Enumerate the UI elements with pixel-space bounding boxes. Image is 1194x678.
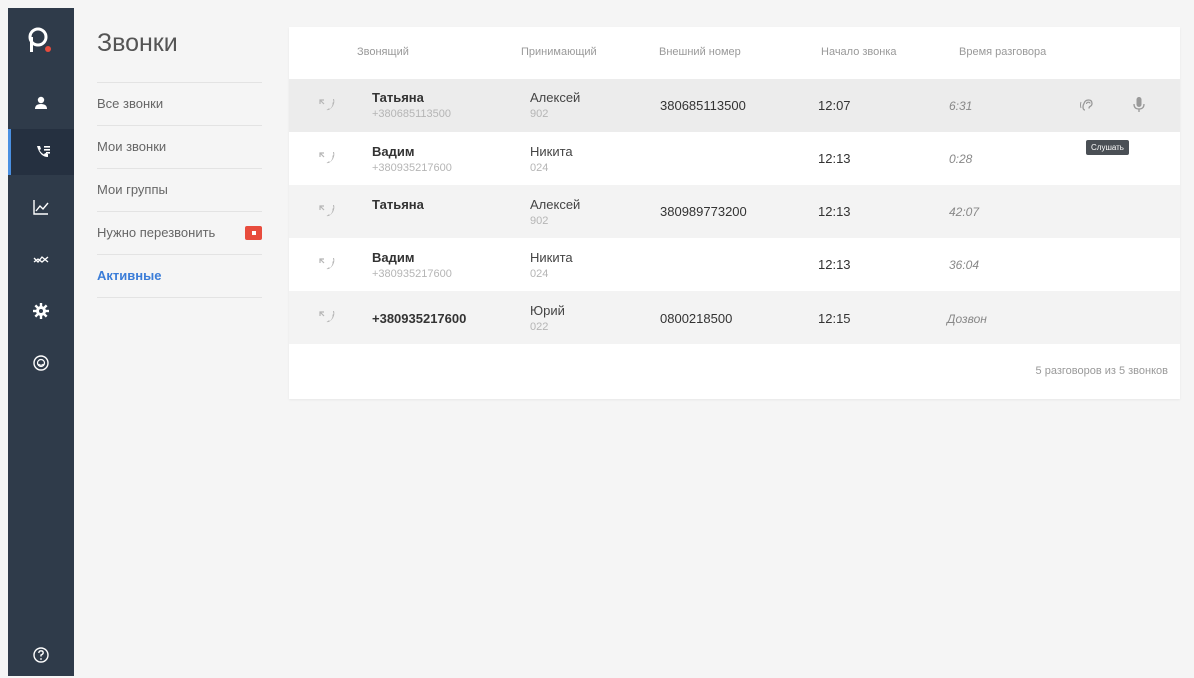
caller-cell: Вадим +380935217600 [372, 144, 452, 174]
receiver-cell: Никита 024 [530, 250, 573, 280]
incoming-call-icon [319, 152, 335, 164]
caller-phone: +380935217600 [372, 268, 452, 280]
column-header-duration[interactable]: Время разговора [959, 46, 1046, 58]
start-time: 12:13 [818, 204, 851, 219]
start-time: 12:13 [818, 151, 851, 166]
duration: Дозвон [947, 312, 987, 326]
listen-tooltip: Слушать [1086, 140, 1129, 155]
caller-name: Вадим [372, 250, 415, 265]
calls-list-icon [36, 146, 50, 157]
sidebar-item-analytics[interactable] [8, 184, 74, 230]
receiver-name: Никита [530, 250, 573, 265]
callback-badge [245, 226, 262, 240]
receiver-ext: 022 [530, 321, 549, 333]
calls-table-card: Звонящий Принимающий Внешний номер Начал… [289, 27, 1180, 399]
incoming-call-icon [319, 258, 335, 270]
duration: 6:31 [949, 99, 973, 113]
receiver-name: Алексей [530, 90, 581, 105]
question-circle-icon [33, 647, 49, 663]
receiver-cell: Алексей 902 [530, 90, 580, 120]
sidebar [8, 8, 74, 676]
receiver-cell: Алексей 902 [530, 197, 580, 227]
table-row[interactable]: Татьяна Алексей 902 380989773200 12:13 4… [289, 185, 1180, 238]
receiver-ext: 902 [530, 108, 549, 120]
help-button[interactable] [8, 632, 74, 678]
subnav-item-my-calls[interactable]: Мои звонки [97, 125, 262, 168]
column-header-external[interactable]: Внешний номер [659, 46, 741, 58]
subnav-item-label: Мои группы [97, 182, 168, 197]
caller-name: Татьяна [372, 90, 424, 105]
column-header-caller[interactable]: Звонящий [357, 46, 409, 58]
caller-cell: +380935217600 [372, 311, 466, 329]
incoming-call-icon [319, 311, 335, 323]
table-row[interactable]: Татьяна +380685113500 Алексей 902 380685… [289, 79, 1180, 132]
table-header: Звонящий Принимающий Внешний номер Начал… [289, 27, 1180, 79]
receiver-ext: 902 [530, 215, 549, 227]
caller-cell: Вадим +380935217600 [372, 250, 452, 280]
column-header-receiver[interactable]: Принимающий [521, 46, 597, 58]
line-chart-icon [33, 200, 49, 215]
sidebar-item-users[interactable] [8, 80, 74, 126]
duration: 36:04 [949, 258, 980, 272]
caller-cell: Татьяна +380685113500 [372, 90, 451, 120]
subnav-item-active[interactable]: Активные [97, 254, 262, 298]
receiver-name: Никита [530, 144, 573, 159]
subnav-item-all-calls[interactable]: Все звонки [97, 82, 262, 125]
subnav-item-callback[interactable]: Нужно перезвонить [97, 211, 262, 254]
table-row[interactable]: +380935217600 Юрий 022 0800218500 12:15 … [289, 291, 1180, 344]
caller-cell: Татьяна [372, 197, 424, 215]
whisper-button[interactable] [1131, 95, 1147, 115]
trend-icon [33, 256, 49, 263]
table-row[interactable]: Вадим +380935217600 Никита 024 12:13 0:2… [289, 132, 1180, 185]
gear-icon [33, 303, 49, 319]
external-number: 0800218500 [660, 311, 733, 326]
sidebar-item-support[interactable] [8, 340, 74, 386]
caller-name: Вадим [372, 144, 415, 159]
start-time: 12:15 [818, 311, 851, 326]
start-time: 12:07 [818, 98, 851, 113]
ear-icon [1080, 99, 1093, 111]
subnav-item-label: Все звонки [97, 96, 164, 111]
subnav-item-label: Мои звонки [97, 139, 167, 154]
logo-icon [28, 27, 51, 52]
receiver-ext: 024 [530, 268, 549, 280]
sidebar-item-calls[interactable] [8, 129, 74, 175]
caller-name: +380935217600 [372, 311, 467, 326]
subnav-item-my-groups[interactable]: Мои группы [97, 168, 262, 211]
table-row[interactable]: Вадим +380935217600 Никита 024 12:13 36:… [289, 238, 1180, 291]
sidebar-item-trends[interactable] [8, 236, 74, 282]
caller-phone: +380935217600 [372, 162, 452, 174]
receiver-name: Юрий [530, 303, 565, 318]
start-time: 12:13 [818, 257, 851, 272]
receiver-ext: 024 [530, 162, 549, 174]
user-icon [35, 96, 47, 109]
caller-name: Татьяна [372, 197, 424, 212]
table-footer-summary: 5 разговоров из 5 звонков [1035, 365, 1168, 377]
incoming-call-icon [319, 99, 335, 111]
face-icon [33, 355, 49, 371]
subnav-item-label: Активные [97, 268, 162, 283]
duration: 42:07 [949, 205, 980, 219]
caller-phone: +380685113500 [372, 108, 452, 120]
incoming-call-icon [319, 205, 335, 217]
logo[interactable] [8, 8, 74, 76]
receiver-cell: Юрий 022 [530, 303, 565, 333]
receiver-cell: Никита 024 [530, 144, 573, 174]
sidebar-item-settings[interactable] [8, 288, 74, 334]
receiver-name: Алексей [530, 197, 581, 212]
listen-button[interactable] [1078, 95, 1098, 115]
duration: 0:28 [949, 152, 973, 166]
microphone-icon [1133, 97, 1145, 112]
subnav-item-label: Нужно перезвонить [97, 225, 216, 240]
subnav: Звонки Все звонки Мои звонки Мои группы … [97, 20, 262, 298]
external-number: 380685113500 [660, 98, 746, 113]
page-title: Звонки [97, 29, 178, 57]
column-header-start[interactable]: Начало звонка [821, 46, 897, 58]
external-number: 380989773200 [660, 204, 747, 219]
